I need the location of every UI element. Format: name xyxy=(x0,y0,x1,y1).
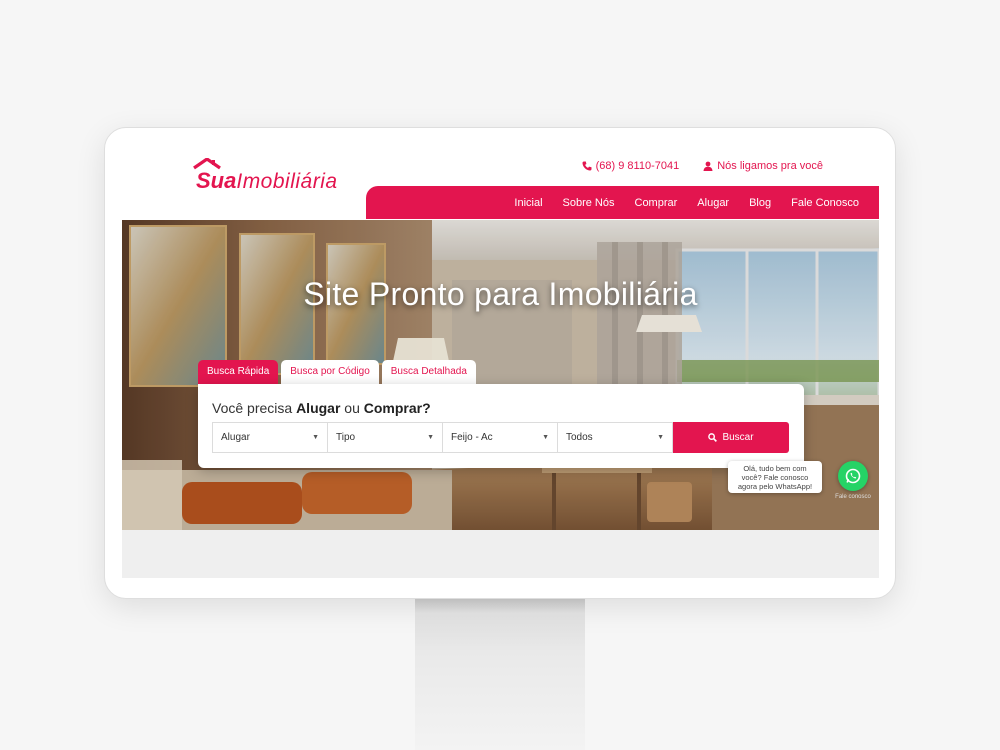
select-bairro[interactable]: Todos ▼ xyxy=(557,422,673,453)
question-mid: ou xyxy=(340,400,364,416)
search-button[interactable]: Buscar xyxy=(673,422,789,453)
website-screen: Sua Imobiliária (68) 9 8110-7041 Nós lig… xyxy=(122,146,879,578)
question-option-alugar: Alugar xyxy=(296,400,341,416)
hero-title: Site Pronto para Imobiliária xyxy=(303,276,698,312)
search-icon xyxy=(708,433,718,442)
monitor-stand-shadow xyxy=(415,599,585,613)
caret-down-icon: ▼ xyxy=(312,434,319,441)
phone-number: (68) 9 8110-7041 xyxy=(595,160,680,172)
search-fields: Alugar ▼ Tipo ▼ Feijo - Ac ▼ Todos ▼ Bus… xyxy=(212,422,789,453)
whatsapp-icon xyxy=(845,468,861,484)
select-cidade-value: Feijo - Ac xyxy=(451,432,493,443)
callback-text: Nós ligamos pra você xyxy=(717,160,823,172)
search-question: Você precisa Alugar ou Comprar? xyxy=(212,400,431,416)
nav-item-sobre-nos[interactable]: Sobre Nós xyxy=(563,197,615,209)
caret-down-icon: ▼ xyxy=(427,434,434,441)
tab-busca-detalhada[interactable]: Busca Detalhada xyxy=(381,360,476,384)
page-below-fold xyxy=(122,530,879,578)
select-bairro-value: Todos xyxy=(566,432,593,443)
search-button-label: Buscar xyxy=(722,432,754,443)
search-tabs: Busca Rápida Busca por Código Busca Deta… xyxy=(198,360,476,384)
phone-icon xyxy=(582,161,592,171)
callback-link[interactable]: Nós ligamos pra você xyxy=(703,160,823,172)
select-finalidade-value: Alugar xyxy=(221,432,250,443)
whatsapp-label: Fale conosco xyxy=(835,494,871,500)
user-icon xyxy=(703,161,713,171)
nav-item-comprar[interactable]: Comprar xyxy=(635,197,678,209)
contact-bar: (68) 9 8110-7041 Nós ligamos pra você xyxy=(582,160,823,172)
question-prefix: Você precisa xyxy=(212,400,297,416)
tab-busca-rapida[interactable]: Busca Rápida xyxy=(198,360,279,384)
nav-item-blog[interactable]: Blog xyxy=(749,197,771,209)
search-card: Você precisa Alugar ou Comprar? Alugar ▼… xyxy=(198,384,804,468)
whatsapp-button[interactable] xyxy=(838,461,868,491)
nav-item-alugar[interactable]: Alugar xyxy=(697,197,729,209)
site-logo[interactable]: Sua Imobiliária xyxy=(192,158,338,194)
select-cidade[interactable]: Feijo - Ac ▼ xyxy=(442,422,558,453)
select-tipo[interactable]: Tipo ▼ xyxy=(327,422,443,453)
caret-down-icon: ▼ xyxy=(657,434,664,441)
question-option-comprar: Comprar? xyxy=(363,400,431,416)
house-logo-icon xyxy=(193,158,221,170)
select-finalidade[interactable]: Alugar ▼ xyxy=(212,422,328,453)
tab-busca-por-codigo[interactable]: Busca por Código xyxy=(281,360,379,384)
monitor-stand xyxy=(415,599,585,750)
select-tipo-value: Tipo xyxy=(336,432,356,443)
nav-item-fale-conosco[interactable]: Fale Conosco xyxy=(791,197,859,209)
whatsapp-bubble[interactable]: Olá, tudo bem com você? Fale conosco ago… xyxy=(728,461,822,493)
nav-item-inicial[interactable]: Inicial xyxy=(514,197,542,209)
main-navbar: Inicial Sobre Nós Comprar Alugar Blog Fa… xyxy=(366,186,879,219)
logo-text-imobiliaria: Imobiliária xyxy=(236,170,338,193)
hero-banner: Site Pronto para Imobiliária Busca Rápid… xyxy=(122,220,879,530)
caret-down-icon: ▼ xyxy=(542,434,549,441)
phone-link[interactable]: (68) 9 8110-7041 xyxy=(582,160,680,172)
